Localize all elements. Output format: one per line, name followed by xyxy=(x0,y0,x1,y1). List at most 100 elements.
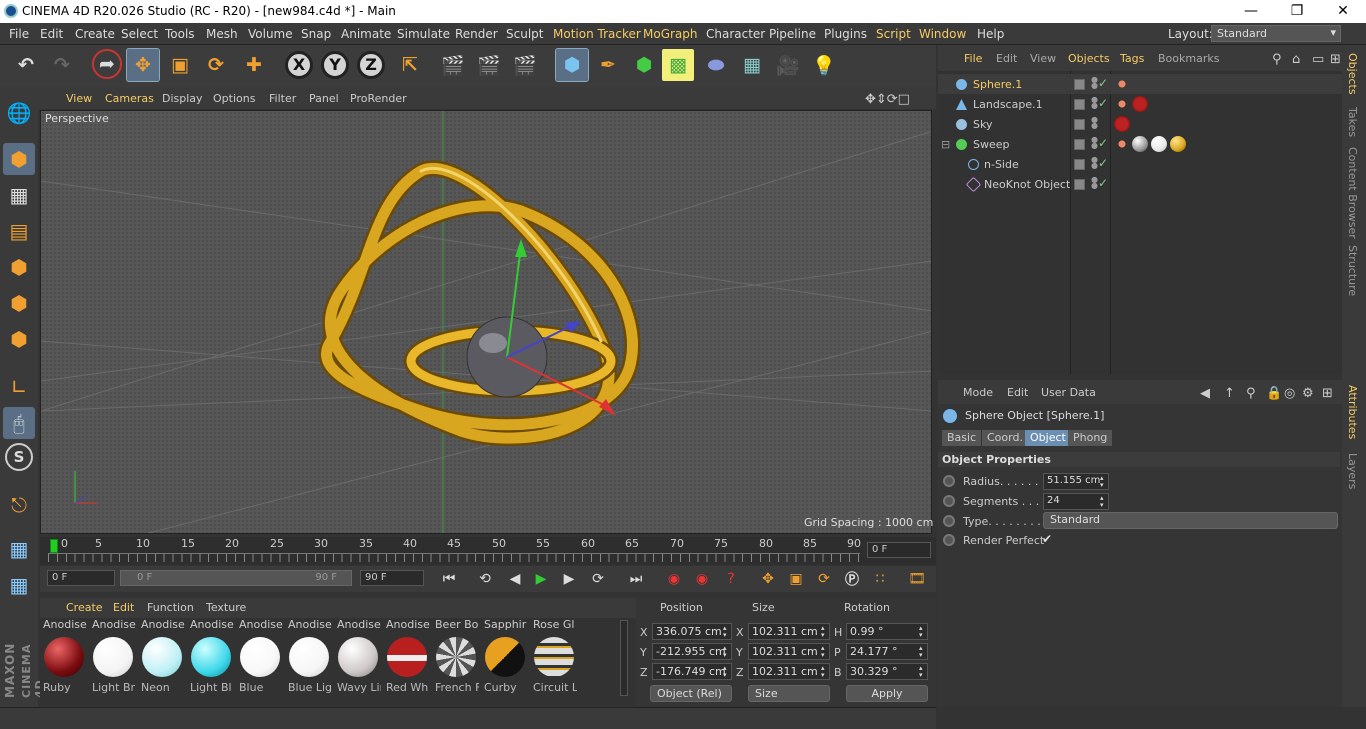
layer-color-swatch[interactable] xyxy=(1074,139,1085,150)
solo-icon[interactable]: S xyxy=(5,443,33,471)
object-row-sky[interactable]: Sky ● ● xyxy=(938,114,1342,134)
phong-tag-icon[interactable] xyxy=(1114,76,1130,92)
rotate-icon[interactable]: ⟳ xyxy=(200,49,232,81)
menu-help[interactable]: Help xyxy=(977,27,1004,41)
vp-menu-cameras[interactable]: Cameras xyxy=(105,92,154,105)
layer-color-swatch[interactable] xyxy=(1074,79,1085,90)
material-tag-icon[interactable] xyxy=(1170,136,1186,152)
enabled-check-icon[interactable]: ✓ xyxy=(1098,156,1108,170)
layer-color-swatch[interactable] xyxy=(1074,159,1085,170)
undo-icon[interactable]: ↶ xyxy=(10,49,42,81)
lock-workplane-icon[interactable]: ▦ xyxy=(3,533,35,565)
type-dropdown[interactable]: Standard xyxy=(1043,512,1338,529)
menu-edit[interactable]: Edit xyxy=(40,27,63,41)
animate-radio[interactable] xyxy=(943,515,955,527)
tab-attributes[interactable]: Attributes xyxy=(1346,385,1359,439)
cube-primitive-icon[interactable]: ⬢ xyxy=(555,48,589,82)
menu-file[interactable]: File xyxy=(9,27,29,41)
material-tag-icon[interactable] xyxy=(1132,96,1148,112)
pos-z-field[interactable]: -176.749 cm xyxy=(652,663,732,680)
am-menu-edit[interactable]: Edit xyxy=(1007,386,1028,399)
end-frame-field[interactable]: 90 F xyxy=(360,570,424,586)
material-swatch[interactable]: Anodise Blue Lig xyxy=(286,618,332,698)
om-menu-objects[interactable]: Objects xyxy=(1068,52,1110,65)
menu-volume[interactable]: Volume xyxy=(248,27,293,41)
size-x-field[interactable]: 102.311 cm xyxy=(748,623,830,640)
key-rotation-icon[interactable]: ⟳ xyxy=(813,568,835,590)
maximize-button[interactable]: ❐ xyxy=(1274,0,1320,23)
om-menu-view[interactable]: View xyxy=(1030,52,1056,65)
edges-mode-icon[interactable]: ⬢ xyxy=(3,287,35,319)
menu-render[interactable]: Render xyxy=(455,27,498,41)
menu-mesh[interactable]: Mesh xyxy=(206,27,238,41)
key-scale-icon[interactable]: ▣ xyxy=(785,568,807,590)
live-selection-icon[interactable]: ➦ xyxy=(92,49,122,79)
cloner-icon[interactable]: ▩ xyxy=(662,49,694,81)
make-editable-icon[interactable]: 🌐 xyxy=(3,97,35,129)
material-swatch[interactable]: Anodise Light Br xyxy=(90,618,136,698)
pen-spline-icon[interactable]: ✒ xyxy=(592,49,624,81)
object-name[interactable]: Sweep xyxy=(973,138,1010,151)
mat-menu-function[interactable]: Function xyxy=(147,601,194,614)
om-search-icon[interactable]: ⚲ xyxy=(1272,52,1282,67)
texture-mode-icon[interactable]: ▦ xyxy=(3,179,35,211)
vp-menu-options[interactable]: Options xyxy=(213,92,255,105)
am-menu-user-data[interactable]: User Data xyxy=(1041,386,1096,399)
object-row-sphere[interactable]: Sphere.1 ● ● ✓ xyxy=(938,74,1342,94)
material-tag-icon[interactable] xyxy=(1151,136,1167,152)
visibility-dots[interactable]: ● ● xyxy=(1091,116,1098,131)
collapse-icon[interactable]: ⊟ xyxy=(941,138,950,151)
tab-object[interactable]: Object xyxy=(1025,430,1071,446)
timeline-window-icon[interactable]: 🎞 xyxy=(906,568,928,590)
go-to-end-icon[interactable]: ⏭ xyxy=(625,568,647,590)
timeline-ruler[interactable]: 0 5 10 15 20 25 30 35 40 45 50 55 60 65 … xyxy=(40,537,936,565)
key-position-icon[interactable]: ✥ xyxy=(757,568,779,590)
scale-icon[interactable]: ▣ xyxy=(164,49,196,81)
mat-menu-texture[interactable]: Texture xyxy=(206,601,246,614)
material-swatch[interactable]: Anodise Red Wh xyxy=(384,618,430,698)
key-pla-icon[interactable]: ∷ xyxy=(869,568,891,590)
workplane-mode-icon[interactable]: ▤ xyxy=(3,215,35,247)
render-picture-viewer-icon[interactable]: 🎬 xyxy=(473,49,505,81)
start-frame-field[interactable]: 0 F xyxy=(47,570,115,586)
play-icon[interactable]: ▶ xyxy=(530,568,552,590)
next-key-icon[interactable]: ⟳ xyxy=(587,568,609,590)
enabled-check-icon[interactable]: ✓ xyxy=(1098,76,1108,90)
object-name[interactable]: Landscape.1 xyxy=(973,98,1043,111)
om-menu-tags[interactable]: Tags xyxy=(1120,52,1144,65)
menu-select[interactable]: Select xyxy=(121,27,158,41)
phong-tag-icon[interactable] xyxy=(1114,136,1130,152)
menu-tools[interactable]: Tools xyxy=(165,27,195,41)
rot-b-field[interactable]: 30.329 ° xyxy=(846,663,928,680)
record-active-icon[interactable]: ◉ xyxy=(663,568,685,590)
am-lock-icon[interactable]: 🔒 xyxy=(1266,386,1282,401)
menu-animate[interactable]: Animate xyxy=(341,27,391,41)
vp-menu-filter[interactable]: Filter xyxy=(269,92,296,105)
om-menu-file[interactable]: File xyxy=(964,52,982,65)
menu-sculpt[interactable]: Sculpt xyxy=(506,27,543,41)
am-settings-icon[interactable]: ⚙ xyxy=(1302,386,1314,401)
om-menu-bookmarks[interactable]: Bookmarks xyxy=(1158,52,1219,65)
object-row-sweep[interactable]: ⊟ Sweep ● ● ✓ xyxy=(938,134,1342,154)
enabled-check-icon[interactable]: ✓ xyxy=(1098,136,1108,150)
tab-content-browser[interactable]: Content Browser xyxy=(1346,147,1359,239)
x-axis-lock-button[interactable]: X xyxy=(285,51,313,79)
tab-takes[interactable]: Takes xyxy=(1346,107,1359,137)
move-icon[interactable]: ✥ xyxy=(126,48,160,82)
tab-layers[interactable]: Layers xyxy=(1346,453,1359,489)
layer-color-swatch[interactable] xyxy=(1074,119,1085,130)
animate-radio[interactable] xyxy=(943,534,955,546)
om-new-window-icon[interactable]: ⊞ xyxy=(1330,52,1341,67)
menu-script[interactable]: Script xyxy=(876,27,911,41)
material-swatch[interactable]: Anodise Blue xyxy=(237,618,283,698)
animate-radio[interactable] xyxy=(943,475,955,487)
size-y-field[interactable]: 102.311 cm xyxy=(748,643,830,660)
material-tag-icon[interactable] xyxy=(1114,116,1130,132)
autokey-icon[interactable]: ◉ xyxy=(691,568,713,590)
visibility-dots[interactable]: ● ● xyxy=(1091,96,1098,111)
menu-pipeline[interactable]: Pipeline xyxy=(769,27,816,41)
tab-coord[interactable]: Coord. xyxy=(982,430,1028,446)
light-icon[interactable]: 💡 xyxy=(808,49,840,81)
recent-tool-icon[interactable]: ✚ xyxy=(238,49,270,81)
rot-p-field[interactable]: 24.177 ° xyxy=(846,643,928,660)
